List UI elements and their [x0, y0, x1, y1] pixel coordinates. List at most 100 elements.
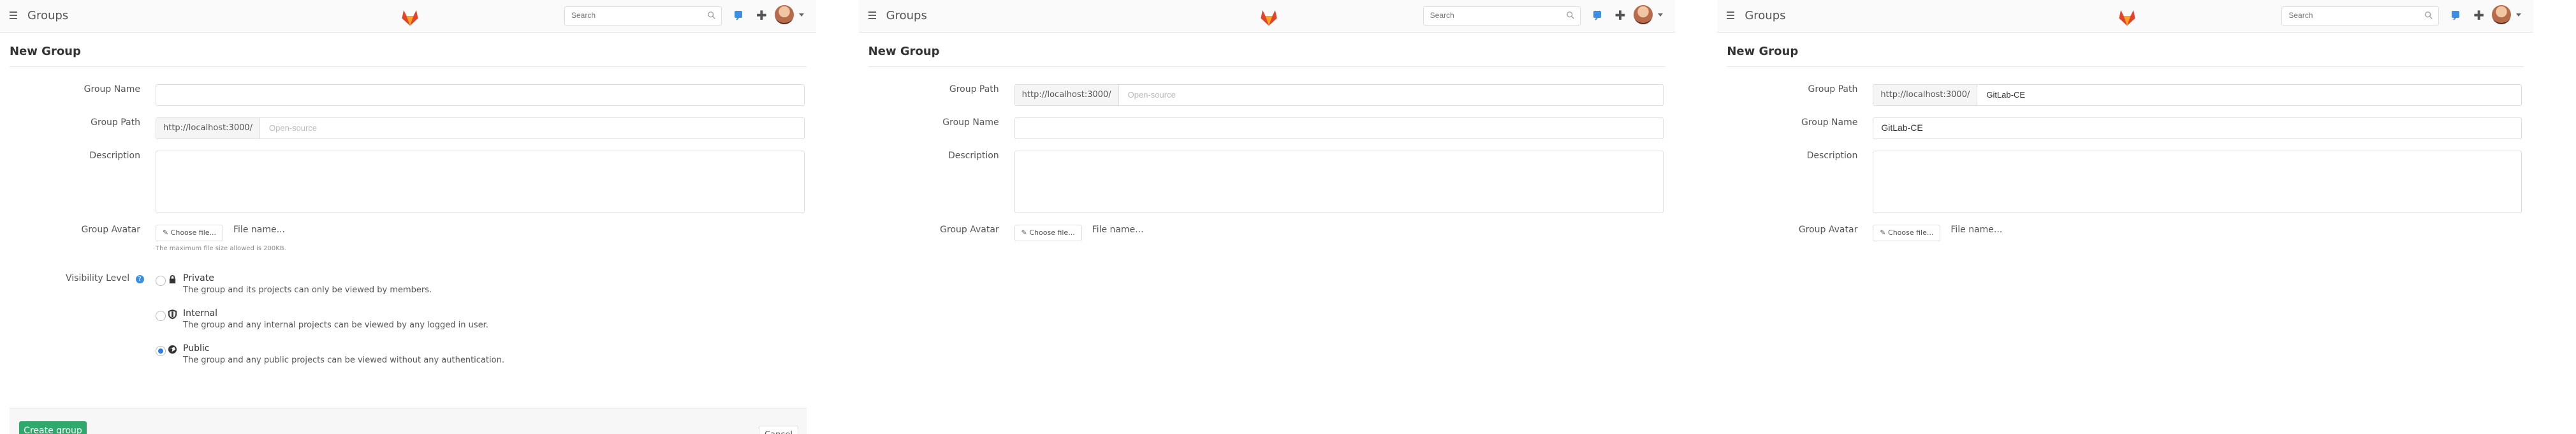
internal-description: The group and any internal projects can …	[183, 320, 488, 330]
groups-title: Groups	[27, 9, 69, 22]
help-icon[interactable]	[1592, 9, 1604, 20]
group-path-field: http://localhost:3000/	[1014, 84, 1664, 106]
search-box	[1423, 6, 1581, 26]
description-label: Description	[1806, 151, 1858, 161]
plus-icon[interactable]: ✚	[1615, 8, 1627, 23]
chevron-down-icon[interactable]	[1657, 13, 1663, 17]
gitlab-logo[interactable]	[1257, 5, 1280, 27]
group-name-field	[1014, 117, 1664, 139]
description-field	[156, 151, 807, 215]
top-navbar: Groups ✚	[0, 0, 816, 33]
group-name-input[interactable]	[1873, 118, 2511, 137]
description-field	[1873, 151, 2524, 215]
group-avatar-label: Group Avatar	[81, 225, 140, 235]
group-path-prefix: http://localhost:3000/	[1014, 85, 1119, 105]
lock-icon	[169, 275, 176, 284]
description-label: Description	[948, 151, 999, 161]
group-name-label: Group Name	[942, 117, 999, 128]
screenshot-strip: Groups ✚ New Group Group Name Group Path…	[0, 0, 2576, 434]
search-input[interactable]	[1423, 7, 1564, 24]
file-name: File name...	[1950, 225, 2003, 235]
chevron-down-icon[interactable]	[2516, 13, 2522, 17]
description-textarea[interactable]	[1014, 151, 1665, 215]
choose-file-button[interactable]: ✎ Choose file...	[1873, 225, 1941, 241]
search-input[interactable]	[565, 7, 705, 24]
page-title: New Group	[10, 45, 81, 58]
groups-title: Groups	[1745, 9, 1786, 22]
group-name-input[interactable]	[156, 85, 794, 104]
search-icon[interactable]	[2424, 11, 2433, 20]
group-path-field: http://localhost:3000/	[156, 117, 805, 139]
group-avatar-label: Group Avatar	[940, 225, 999, 235]
group-name-label: Group Name	[1801, 117, 1858, 128]
top-navbar: Groups ✚	[1717, 0, 2534, 33]
description-field	[1014, 151, 1665, 215]
avatar[interactable]	[1633, 5, 1653, 24]
title-divider	[868, 66, 1665, 67]
group-path-input[interactable]	[260, 118, 804, 137]
file-name: File name...	[233, 225, 285, 235]
help-icon[interactable]	[2450, 9, 2462, 20]
new-group-screen-2: Groups ✚ New Group Group Path http://loc…	[858, 0, 1718, 434]
public-radio[interactable]	[156, 346, 166, 356]
search-box	[2281, 6, 2440, 26]
top-navbar: Groups ✚	[858, 0, 1675, 33]
search-icon[interactable]	[707, 11, 716, 20]
page-title: New Group	[1727, 45, 1799, 58]
group-path-label: Group Path	[949, 84, 999, 94]
plus-icon[interactable]: ✚	[2473, 8, 2485, 23]
choose-file-button[interactable]: ✎ Choose file...	[156, 225, 223, 241]
menu-icon[interactable]	[1727, 11, 1735, 19]
menu-icon[interactable]	[10, 11, 17, 19]
visibility-level-text: Visibility Level	[66, 273, 130, 283]
globe-icon	[168, 345, 177, 354]
group-path-prefix: http://localhost:3000/	[156, 118, 260, 138]
new-group-screen-3: Groups ✚ New Group Group Path http://loc…	[1717, 0, 2576, 434]
description-label: Description	[89, 151, 140, 161]
page-title: New Group	[868, 45, 940, 58]
avatar[interactable]	[775, 5, 794, 24]
cancel-button[interactable]: Cancel	[759, 426, 798, 434]
group-avatar-label: Group Avatar	[1798, 225, 1858, 235]
description-textarea[interactable]	[1873, 151, 2524, 215]
group-path-input[interactable]	[1977, 85, 2522, 104]
title-divider	[10, 66, 807, 67]
choose-file-button[interactable]: ✎ Choose file...	[1014, 225, 1082, 241]
info-icon[interactable]: ?	[135, 275, 144, 283]
description-textarea[interactable]	[156, 151, 807, 215]
private-description: The group and its projects can only be v…	[183, 285, 432, 295]
internal-label: Internal	[183, 308, 217, 318]
private-radio[interactable]	[156, 276, 166, 286]
private-label: Private	[183, 273, 214, 283]
visibility-level-label: Visibility Level ?	[66, 273, 144, 283]
group-name-input[interactable]	[1014, 118, 1653, 137]
avatar[interactable]	[2492, 5, 2512, 24]
group-name-field	[156, 84, 805, 106]
groups-title: Groups	[886, 9, 927, 22]
file-name: File name...	[1092, 225, 1144, 235]
plus-icon[interactable]: ✚	[756, 8, 768, 23]
public-label: Public	[183, 343, 210, 354]
group-path-label: Group Path	[1808, 84, 1858, 94]
public-description: The group and any public projects can be…	[183, 355, 504, 365]
chevron-down-icon[interactable]	[799, 13, 804, 17]
group-name-field	[1873, 117, 2522, 139]
gitlab-logo[interactable]	[2116, 5, 2139, 27]
group-path-label: Group Path	[91, 117, 140, 128]
shield-icon	[168, 310, 177, 319]
group-path-prefix: http://localhost:3000/	[1873, 85, 1978, 105]
group-path-input[interactable]	[1118, 85, 1663, 104]
title-divider	[1727, 66, 2524, 67]
search-box	[564, 6, 722, 26]
search-icon[interactable]	[1566, 11, 1575, 20]
internal-radio[interactable]	[156, 311, 166, 321]
new-group-screen-1: Groups ✚ New Group Group Name Group Path…	[0, 0, 859, 434]
file-size-help: The maximum file size allowed is 200KB.	[156, 245, 286, 252]
menu-icon[interactable]	[868, 11, 876, 19]
create-group-button[interactable]: Create group	[19, 421, 87, 434]
form-actions-footer	[10, 408, 807, 434]
group-path-field: http://localhost:3000/	[1873, 84, 2522, 106]
help-icon[interactable]	[733, 9, 745, 20]
search-input[interactable]	[2282, 7, 2423, 24]
gitlab-logo[interactable]	[399, 5, 421, 27]
